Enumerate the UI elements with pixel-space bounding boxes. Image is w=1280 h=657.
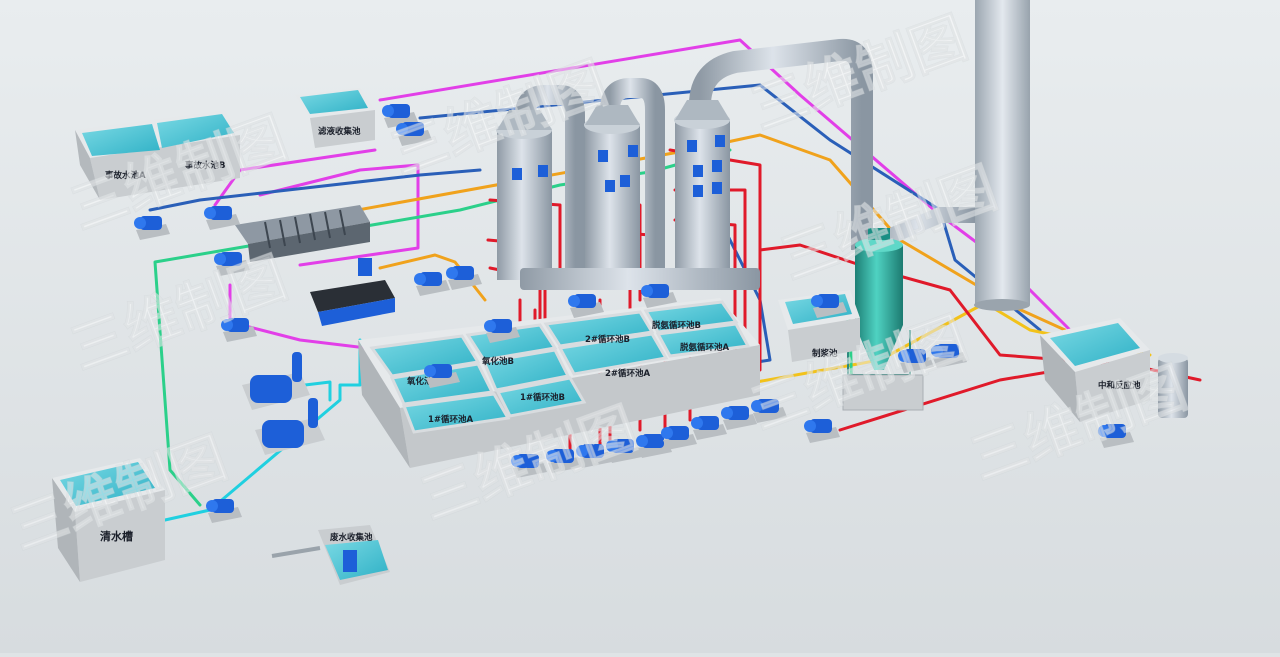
desulf-circ-a-label: 脱氨循环池A bbox=[680, 342, 730, 353]
sump-pit-label: 废水收集池 bbox=[330, 532, 373, 543]
circ-pool-2a-label: 2#循环池A bbox=[605, 368, 651, 379]
circ-pool-1b-label: 1#循环池B bbox=[520, 392, 565, 403]
leak-collect-pool-label: 滤液收集池 bbox=[318, 126, 361, 137]
oxidation-pool-b-label: 氧化池B bbox=[481, 356, 514, 367]
desulf-circ-b-label: 脱氨循环池B bbox=[652, 320, 701, 331]
circ-pool-2b-label: 2#循环池B bbox=[585, 334, 630, 345]
process-diagram: 事故水池A 事故水池B 滤液收集池 氧化池A 氧化池B 1#循环池A 1#循环池… bbox=[0, 0, 1280, 653]
circ-pool-1a-label: 1#循环池A bbox=[428, 414, 474, 425]
